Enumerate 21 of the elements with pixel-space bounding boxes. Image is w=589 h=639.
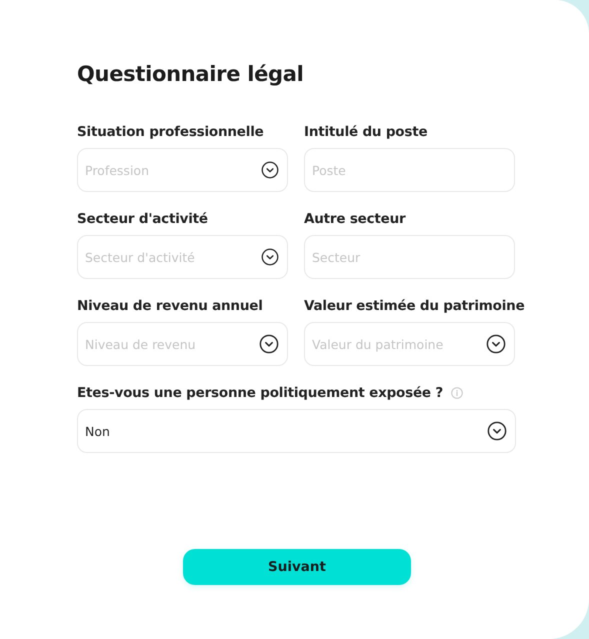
select-field[interactable]: Secteur d'activité [77,235,288,279]
chevron-down-icon[interactable] [259,334,279,354]
select-field[interactable]: Niveau de revenu [77,322,288,366]
chevron-down-icon[interactable] [261,161,279,179]
field-label: Valeur estimée du patrimoine [304,298,525,314]
field-label: Niveau de revenu annuel [77,298,263,314]
select-field[interactable]: Profession [77,148,288,192]
chevron-down-icon[interactable] [486,334,506,354]
field-label: Intitulé du poste [304,124,428,140]
field-label: Secteur d'activité [77,211,208,227]
input-field[interactable]: Secteur [304,235,515,279]
next-button[interactable]: Suivant [183,549,411,585]
field-label: Autre secteur [304,211,406,227]
chevron-down-icon[interactable] [261,248,279,266]
select-field[interactable]: Valeur du patrimoine [304,322,515,366]
form-title: Questionnaire légal [77,62,305,86]
input-field[interactable]: Poste [304,148,515,192]
chevron-down-icon[interactable] [487,421,507,441]
field-label: Etes-vous une personne politiquement exposée ? [77,385,444,401]
field-label: Situation professionnelle [77,124,264,140]
select-field[interactable]: Non [77,409,516,453]
